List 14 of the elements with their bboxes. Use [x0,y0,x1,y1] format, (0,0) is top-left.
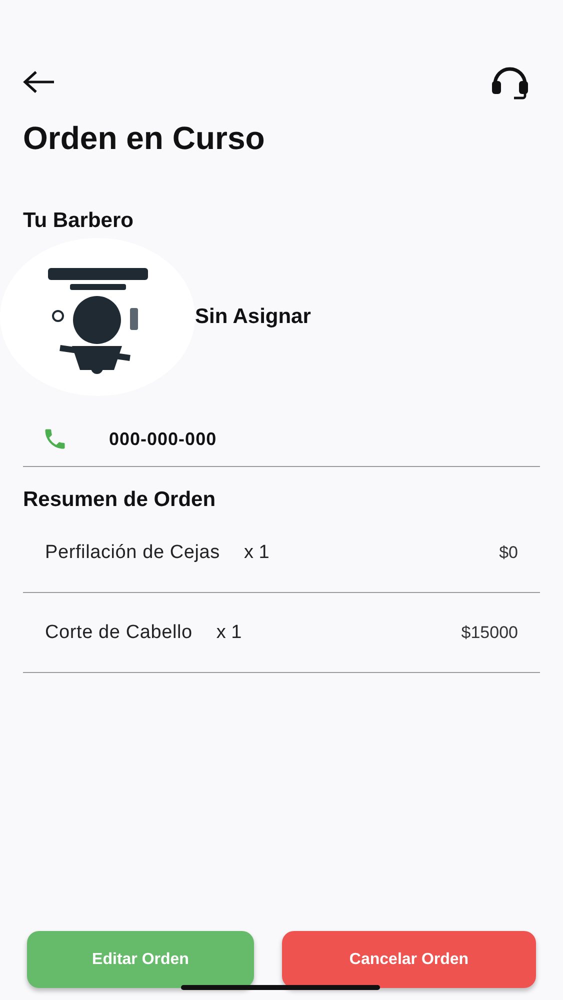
cancel-order-button[interactable]: Cancelar Orden [282,931,536,988]
item-price: $15000 [461,622,518,642]
item-name: Perfilación de Cejas [45,542,220,564]
item-quantity: x 1 [216,622,242,644]
phone-number: 000-000-000 [109,428,217,450]
item-price: $0 [499,542,518,562]
item-name: Corte de Cabello [45,622,192,644]
section-heading: Resumen de Orden [23,487,217,513]
section-heading: Tu Barbero [23,208,134,234]
item-quantity: x 1 [244,542,270,564]
barber-name: Sin Asignar [195,305,311,329]
back-arrow-icon[interactable] [22,70,56,94]
edit-order-button[interactable]: Editar Orden [27,931,254,988]
page-title: Orden en Curso [23,119,266,158]
